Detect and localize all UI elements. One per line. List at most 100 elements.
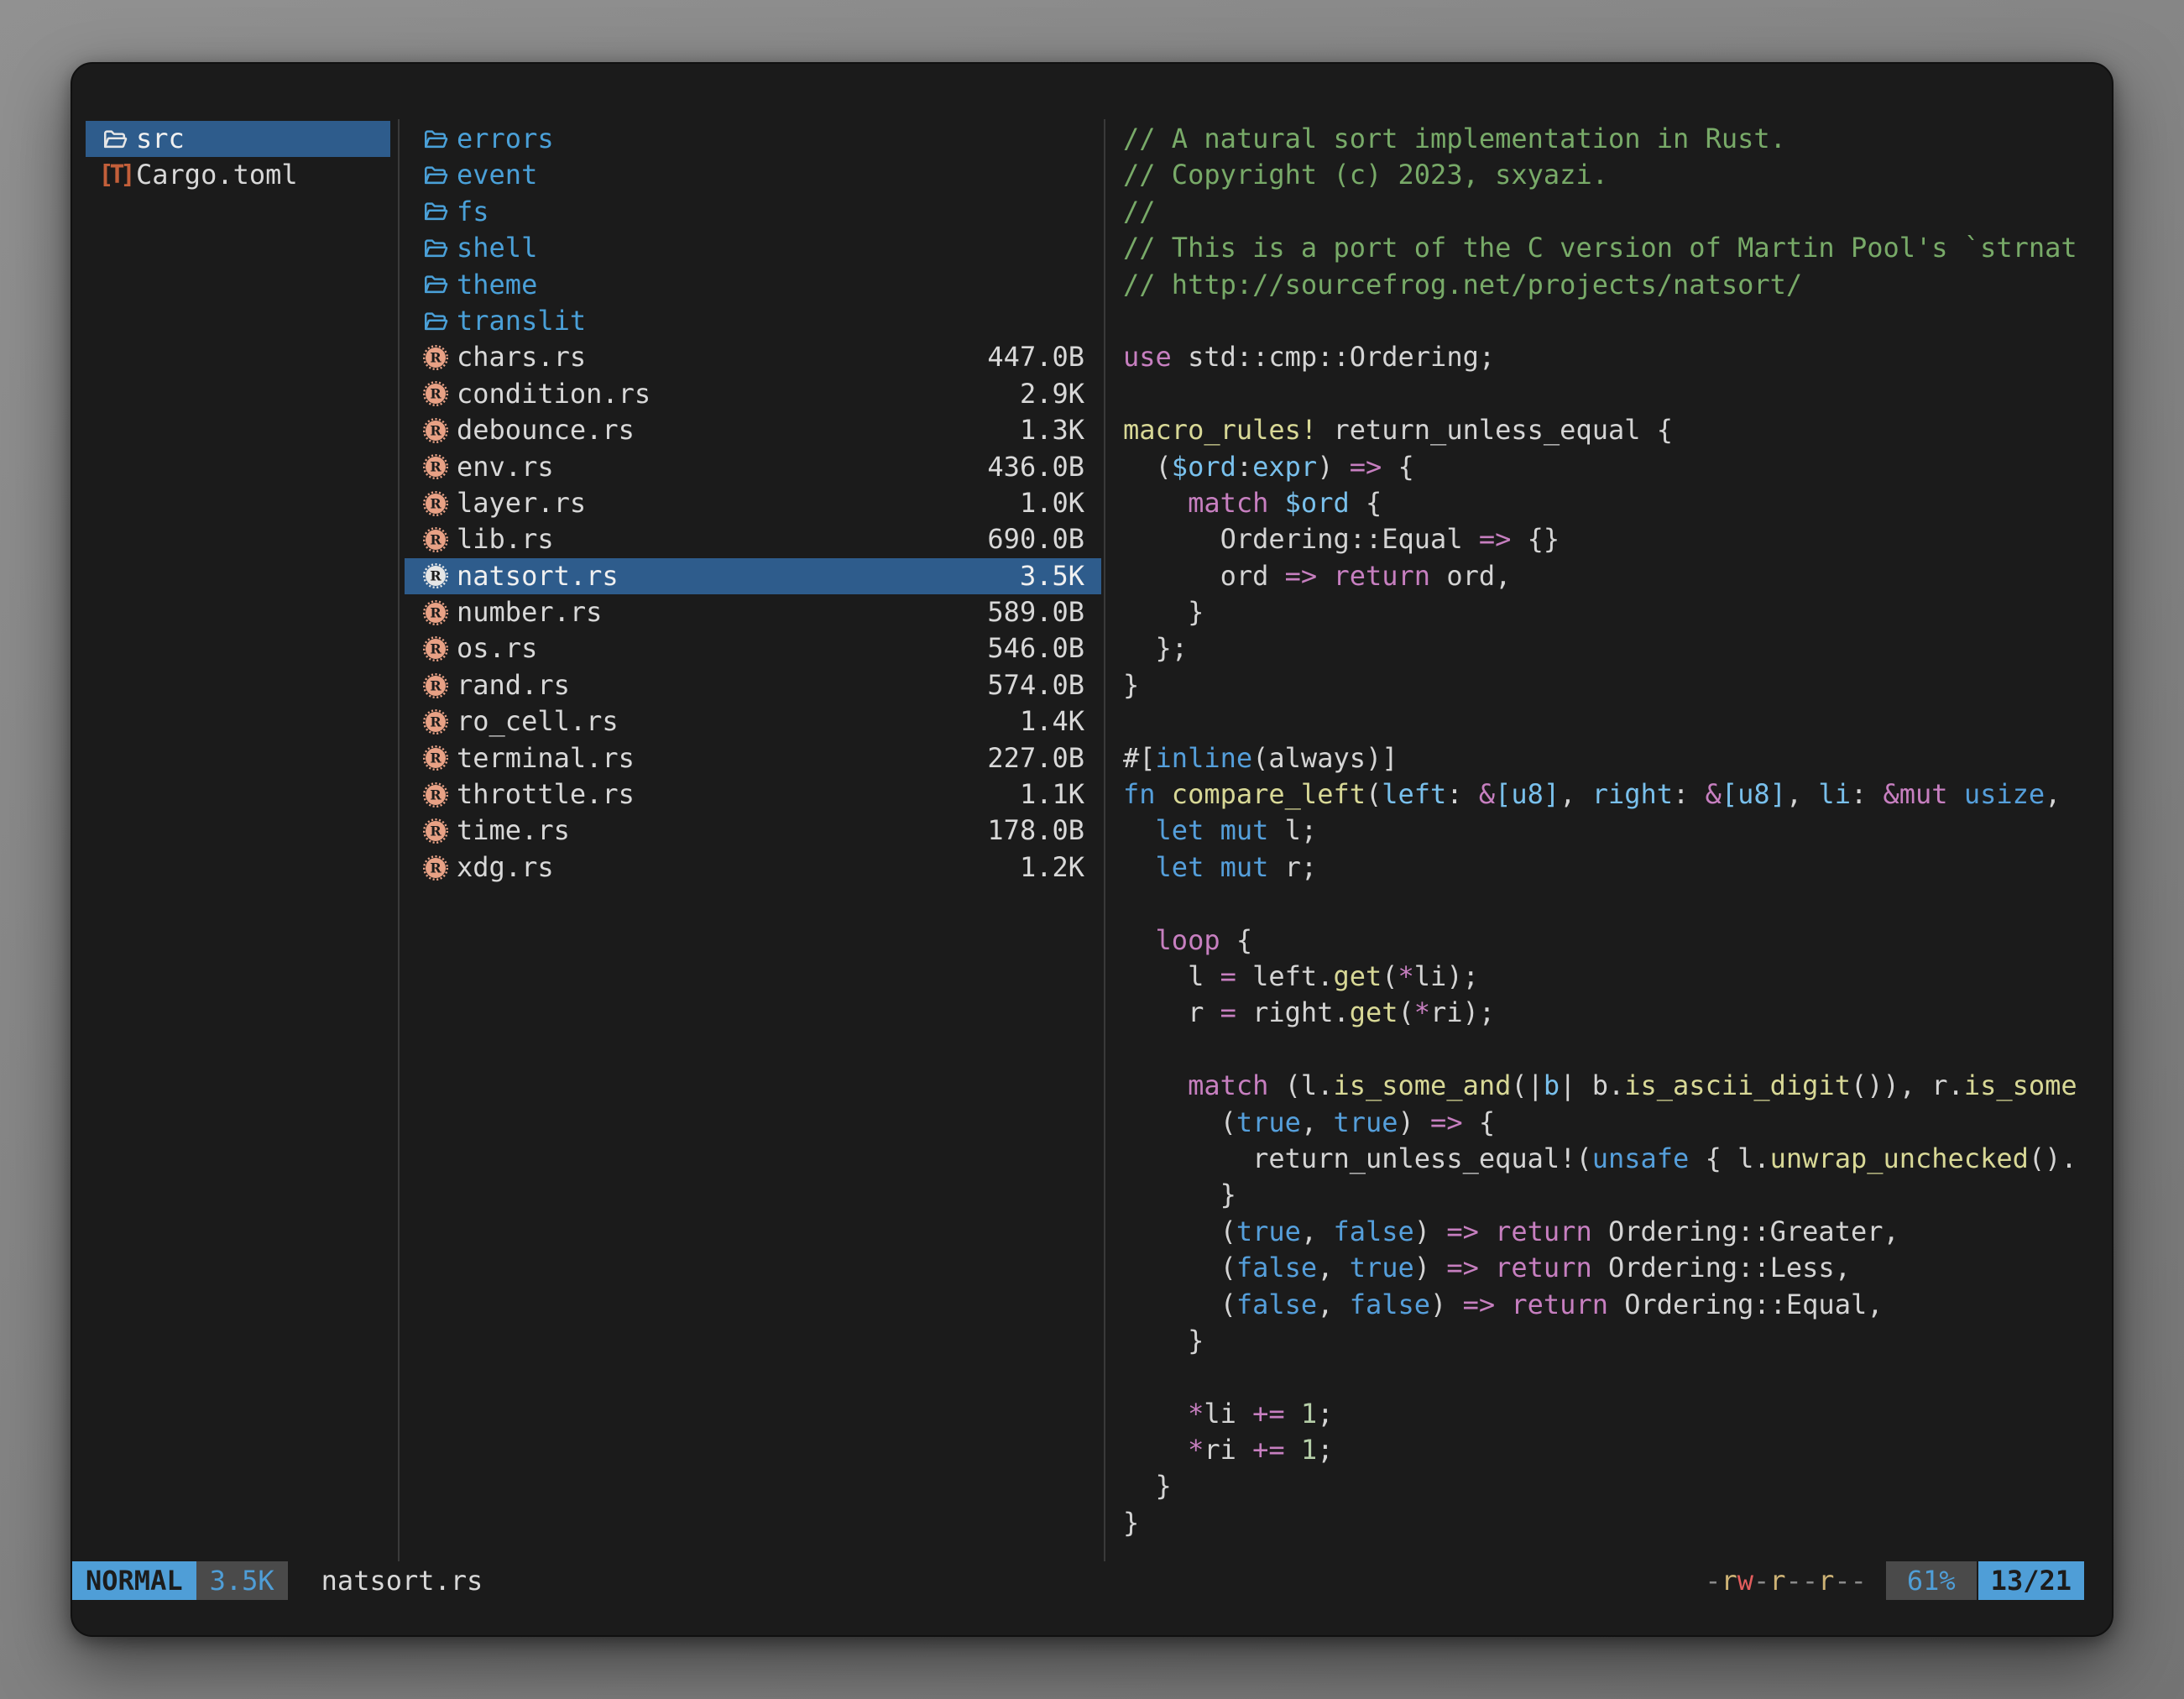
- code-token: false: [1350, 1289, 1430, 1320]
- dir-row-event[interactable]: event: [405, 157, 1101, 193]
- entry-size: 690.0B: [987, 521, 1101, 557]
- code-token: fn: [1123, 778, 1156, 810]
- code-line: // Copyright (c) 2023, sxyazi.: [1123, 157, 2103, 193]
- file-row-rand.rs[interactable]: Rrand.rs574.0B: [405, 667, 1101, 703]
- svg-text:R: R: [430, 386, 442, 402]
- rust-icon: R: [421, 562, 450, 590]
- code-token: return_unless_equal!(: [1123, 1142, 1592, 1174]
- svg-text:R: R: [430, 350, 442, 366]
- dir-row-translit[interactable]: translit: [405, 303, 1101, 339]
- svg-text:R: R: [430, 823, 442, 839]
- svg-text:R: R: [430, 750, 442, 766]
- code-line: }: [1123, 667, 2103, 703]
- code-token: // This is a port of the C version of Ma…: [1123, 232, 2077, 264]
- code-token: [1123, 814, 1156, 846]
- current-pane[interactable]: errors event fs shell theme translit Rch…: [405, 121, 1101, 886]
- entry-size: 227.0B: [987, 740, 1101, 776]
- entry-name: rand.rs: [457, 667, 570, 703]
- code-token: ;: [1317, 1434, 1333, 1466]
- code-token: b: [1544, 1069, 1560, 1101]
- code-token: [1268, 487, 1284, 519]
- code-token: Ordering::Equal: [1123, 523, 1479, 555]
- code-token: {: [1463, 1106, 1496, 1138]
- file-row-os.rs[interactable]: Ros.rs546.0B: [405, 630, 1101, 667]
- file-row-env.rs[interactable]: Renv.rs436.0B: [405, 449, 1101, 485]
- preview-pane[interactable]: // A natural sort implementation in Rust…: [1123, 121, 2103, 1541]
- file-row-ro_cell.rs[interactable]: Rro_cell.rs1.4K: [405, 703, 1101, 740]
- dir-row-theme[interactable]: theme: [405, 267, 1101, 303]
- code-token: match: [1188, 487, 1268, 519]
- parent-pane[interactable]: src[T]Cargo.toml: [86, 121, 390, 194]
- entry-size: 3.5K: [1020, 558, 1101, 594]
- code-token: =>: [1463, 1289, 1496, 1320]
- file-row-condition.rs[interactable]: Rcondition.rs2.9K: [405, 376, 1101, 412]
- code-token: $ord: [1172, 451, 1236, 483]
- file-row-xdg.rs[interactable]: Rxdg.rs1.2K: [405, 850, 1101, 886]
- entry-name: Cargo.toml: [136, 157, 298, 193]
- code-token: is_some_and: [1333, 1069, 1511, 1101]
- file-row-debounce.rs[interactable]: Rdebounce.rs1.3K: [405, 412, 1101, 448]
- permission-char: r: [1769, 1565, 1785, 1597]
- code-token: ri: [1204, 1434, 1252, 1466]
- code-line: }: [1123, 594, 2103, 630]
- entry-name: translit: [457, 303, 586, 339]
- code-token: get: [1333, 960, 1382, 992]
- entry-name: natsort.rs: [457, 558, 619, 594]
- code-token: }: [1123, 1179, 1236, 1210]
- code-token: {: [1350, 487, 1382, 519]
- entry-size: 1.2K: [1020, 850, 1101, 886]
- code-token: (: [1123, 1252, 1236, 1283]
- code-token: ): [1398, 1106, 1431, 1138]
- dir-row-src[interactable]: src: [86, 121, 390, 157]
- file-row-layer.rs[interactable]: Rlayer.rs1.0K: [405, 485, 1101, 521]
- dir-row-shell[interactable]: shell: [405, 230, 1101, 266]
- code-line: }: [1123, 1505, 2103, 1541]
- file-row-natsort.rs[interactable]: Rnatsort.rs 3.5K: [405, 558, 1101, 594]
- code-line: ord => return ord,: [1123, 558, 2103, 594]
- file-row-lib.rs[interactable]: Rlib.rs690.0B: [405, 521, 1101, 557]
- entry-name: src: [136, 121, 185, 157]
- code-token: ,: [1560, 778, 1592, 810]
- code-line: }: [1123, 1177, 2103, 1213]
- entry-name: layer.rs: [457, 485, 586, 521]
- folder-open-icon: [421, 161, 450, 190]
- code-token: $ord: [1285, 487, 1350, 519]
- code-token: unsafe: [1592, 1142, 1690, 1174]
- code-token: [u8]: [1722, 778, 1786, 810]
- code-line: ($ord:expr) => {: [1123, 449, 2103, 485]
- code-token: (: [1123, 1289, 1236, 1320]
- code-line: match (l.is_some_and(|b| b.is_ascii_digi…: [1123, 1068, 2103, 1104]
- file-row-throttle.rs[interactable]: Rthrottle.rs1.1K: [405, 776, 1101, 813]
- file-row-chars.rs[interactable]: Rchars.rs447.0B: [405, 339, 1101, 375]
- permission-char: r: [1818, 1565, 1834, 1597]
- code-token: &: [1706, 778, 1722, 810]
- code-line: [1123, 703, 2103, 740]
- code-token: ,: [2045, 778, 2061, 810]
- code-token: ().: [2029, 1142, 2077, 1174]
- rust-icon: R: [421, 854, 450, 882]
- file-row-Cargo.toml[interactable]: [T]Cargo.toml: [86, 157, 390, 193]
- code-line: match $ord {: [1123, 485, 2103, 521]
- code-line: // A natural sort implementation in Rust…: [1123, 121, 2103, 157]
- code-token: ri);: [1430, 996, 1495, 1028]
- code-token: (l.: [1268, 1069, 1333, 1101]
- file-row-number.rs[interactable]: Rnumber.rs589.0B: [405, 594, 1101, 630]
- code-token: l;: [1268, 814, 1317, 846]
- file-row-time.rs[interactable]: Rtime.rs178.0B: [405, 813, 1101, 849]
- entry-name: condition.rs: [457, 376, 650, 412]
- dir-row-fs[interactable]: fs: [405, 194, 1101, 230]
- pane-separator: [1104, 119, 1105, 1561]
- code-line: fn compare_left(left: &[u8], right: &[u8…: [1123, 776, 2103, 813]
- code-token: [1317, 560, 1333, 592]
- rust-icon: R: [421, 744, 450, 772]
- file-row-terminal.rs[interactable]: Rterminal.rs227.0B: [405, 740, 1101, 776]
- code-token: li: [1818, 778, 1851, 810]
- rust-icon: R: [421, 343, 450, 372]
- code-token: [1285, 1398, 1301, 1430]
- dir-row-errors[interactable]: errors: [405, 121, 1101, 157]
- rust-icon: R: [421, 708, 450, 736]
- code-token: (: [1366, 778, 1382, 810]
- folder-open-icon: [101, 125, 129, 154]
- folder-open-icon: [421, 125, 450, 154]
- code-token: +=: [1252, 1398, 1285, 1430]
